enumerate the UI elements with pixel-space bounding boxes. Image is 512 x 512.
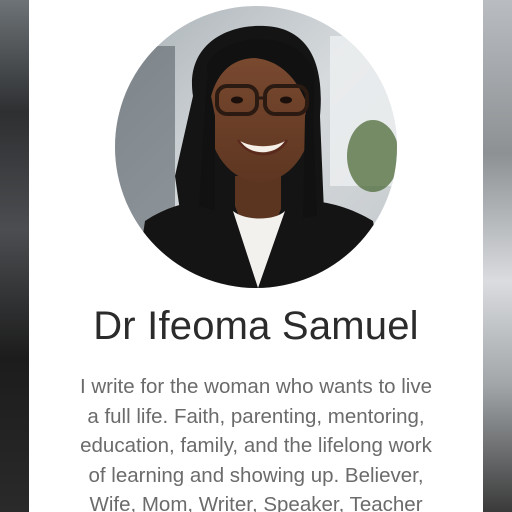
background-edge-left: [0, 0, 29, 512]
profile-card: Dr Ifeoma Samuel I write for the woman w…: [29, 0, 483, 512]
avatar-photo: [115, 6, 397, 288]
bio-line: a full life. Faith, parenting, mentoring…: [87, 404, 425, 428]
background-edge-right: [483, 0, 512, 512]
profile-bio: I write for the woman who wants to live …: [49, 372, 463, 512]
profile-screen: Dr Ifeoma Samuel I write for the woman w…: [0, 0, 512, 512]
profile-name: Dr Ifeoma Samuel: [93, 304, 419, 348]
bio-line: Wife, Mom, Writer, Speaker, Teacher: [89, 493, 423, 512]
bio-line: of learning and showing up. Believer,: [88, 463, 424, 487]
bio-line: I write for the woman who wants to live: [79, 375, 433, 398]
bio-line: education, family, and the lifelong work: [80, 434, 432, 457]
avatar[interactable]: [115, 6, 397, 288]
